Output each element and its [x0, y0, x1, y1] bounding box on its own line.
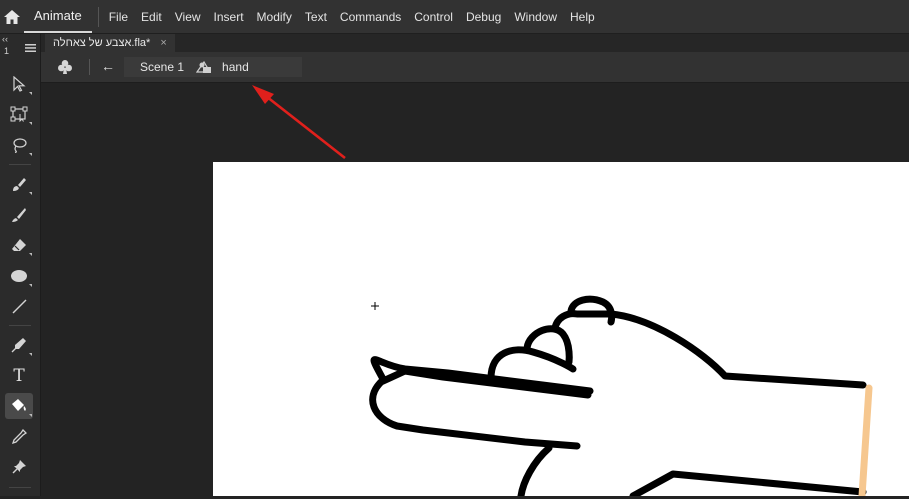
- tool-divider: [9, 325, 31, 326]
- edit-bar: ← Scene 1 hand: [41, 52, 909, 83]
- oval-tool[interactable]: [5, 263, 33, 289]
- pin-tool[interactable]: [5, 454, 33, 480]
- menu-divider: [97, 6, 99, 27]
- free-transform-icon: [10, 106, 28, 122]
- pin-icon: [12, 460, 26, 474]
- menu-insert[interactable]: Insert: [207, 10, 250, 24]
- back-arrow-icon[interactable]: ←: [101, 58, 115, 74]
- edit-bar-divider: [89, 59, 90, 75]
- menu-help[interactable]: Help: [564, 10, 602, 24]
- graphic-symbol-icon: [196, 60, 212, 73]
- pen-icon: [11, 338, 26, 353]
- arrow-icon: [13, 76, 26, 92]
- eyedropper-icon: [11, 429, 27, 445]
- brush-icon: [12, 208, 26, 222]
- hand-drawing[interactable]: [213, 162, 909, 499]
- menu-edit[interactable]: Edit: [135, 10, 169, 24]
- hand-bottom-outline: [629, 470, 867, 499]
- stage-canvas[interactable]: [213, 162, 909, 499]
- tool-divider: [9, 164, 31, 165]
- paint-brush-tool[interactable]: [5, 171, 33, 197]
- menu-view[interactable]: View: [168, 10, 207, 24]
- menu-text[interactable]: Text: [298, 10, 333, 24]
- menu-window[interactable]: Window: [508, 10, 564, 24]
- tools-panel-header: ‹‹ 1: [0, 34, 40, 60]
- breadcrumb-symbol[interactable]: hand: [222, 60, 249, 74]
- paint-bucket-icon: [12, 399, 26, 411]
- lasso-tool[interactable]: [5, 132, 33, 158]
- hand-lower-outline: [517, 444, 553, 499]
- main-menu: File Edit View Insert Modify Text Comman…: [105, 10, 602, 24]
- selection-tool[interactable]: [5, 71, 33, 97]
- crosshair-cursor-icon: [371, 302, 379, 310]
- panel-number: 1: [4, 46, 10, 56]
- menu-bar: Animate File Edit View Insert Modify Tex…: [0, 0, 909, 34]
- text-icon: T: [13, 366, 25, 386]
- lasso-icon: [13, 138, 27, 153]
- close-icon[interactable]: ×: [160, 37, 166, 49]
- paint-bucket-tool[interactable]: [5, 393, 33, 419]
- line-icon: [12, 299, 27, 314]
- eyedropper-tool[interactable]: [5, 424, 33, 450]
- hand-palm-outline: [369, 367, 592, 450]
- tools-panel: ‹‹ 1 T: [0, 34, 41, 496]
- workspace-tab-animate[interactable]: Animate: [24, 0, 92, 33]
- document-tab[interactable]: אצבע של צאחלה.fla* ×: [45, 34, 175, 52]
- hand-finger-1: [487, 346, 577, 382]
- breadcrumb-scene[interactable]: Scene 1: [140, 60, 184, 74]
- brush-tool[interactable]: [5, 202, 33, 228]
- menu-control[interactable]: Control: [408, 10, 460, 24]
- eraser-tool[interactable]: [5, 232, 33, 258]
- panel-menu-icon[interactable]: [25, 44, 36, 52]
- pen-tool[interactable]: [5, 332, 33, 358]
- free-transform-tool[interactable]: [5, 101, 33, 127]
- collapse-panel-icon[interactable]: ‹‹: [2, 35, 8, 44]
- hand-finger-3: [551, 310, 867, 389]
- line-tool[interactable]: [5, 293, 33, 319]
- menu-commands[interactable]: Commands: [333, 10, 407, 24]
- club-icon[interactable]: [57, 59, 73, 75]
- menu-debug[interactable]: Debug: [459, 10, 507, 24]
- document-tab-bar: אצבע של צאחלה.fla* ×: [41, 34, 909, 52]
- eraser-icon: [12, 239, 26, 251]
- home-icon[interactable]: [0, 0, 24, 33]
- oval-icon: [11, 270, 27, 282]
- menu-modify[interactable]: Modify: [250, 10, 298, 24]
- text-tool[interactable]: T: [5, 363, 33, 389]
- paint-brush-icon: [13, 178, 26, 191]
- tool-divider: [9, 487, 31, 488]
- wrist-edge-stroke: [858, 384, 873, 499]
- document-tab-title: אצבע של צאחלה.fla*: [53, 37, 151, 49]
- menu-file[interactable]: File: [105, 10, 135, 24]
- breadcrumb: Scene 1 hand: [124, 57, 302, 77]
